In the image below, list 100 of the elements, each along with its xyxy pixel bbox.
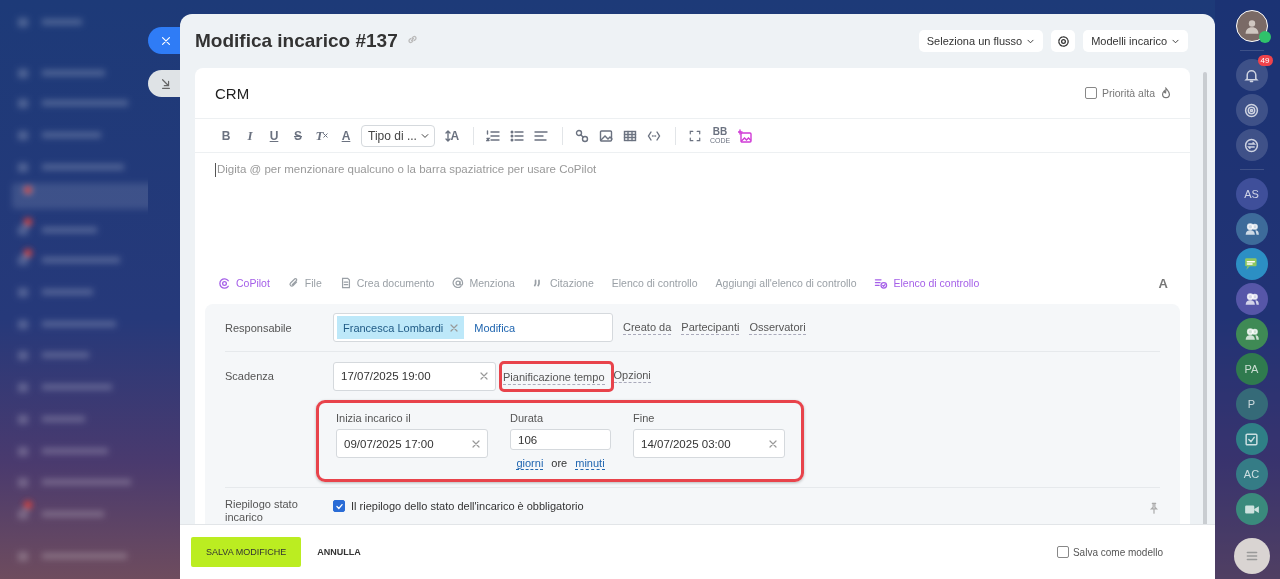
- minimize-button[interactable]: [148, 70, 180, 97]
- deadline-field[interactable]: 17/07/2025 19:00: [333, 361, 496, 391]
- end-date-field[interactable]: 14/07/2025 03:00: [633, 429, 785, 458]
- pin-icon: [1148, 502, 1160, 514]
- arrow-down-right-icon: [160, 77, 172, 90]
- responsible-field[interactable]: Francesca Lombardi Modifica: [333, 313, 613, 342]
- duration-field[interactable]: 106: [510, 429, 611, 450]
- checklist-icon: [874, 276, 889, 290]
- align-left-icon: [533, 128, 548, 143]
- at-icon: [452, 277, 465, 290]
- menu-button[interactable]: [1233, 538, 1270, 574]
- bold-button[interactable]: B: [215, 124, 237, 147]
- app-button[interactable]: [1235, 213, 1268, 245]
- group-icon: [1243, 326, 1260, 342]
- role-link[interactable]: Partecipanti: [681, 320, 740, 335]
- table-icon: [622, 128, 637, 143]
- chat-arrows-icon: [1244, 137, 1259, 153]
- save-button[interactable]: SALVA MODIFICHE: [191, 537, 302, 567]
- editor-action[interactable]: Crea documento: [339, 277, 435, 290]
- font-size-button[interactable]: A: [440, 124, 463, 147]
- copilot-icon: [218, 276, 231, 290]
- summary-checkbox[interactable]: [333, 500, 345, 512]
- cancel-button[interactable]: ANNULLA: [311, 546, 367, 558]
- start-date-field[interactable]: 09/07/2025 17:00: [336, 429, 488, 458]
- options-link[interactable]: Opzioni: [613, 369, 651, 383]
- bullet-list-icon: [509, 128, 524, 143]
- expand-icon: [688, 129, 701, 142]
- image-icon: [598, 128, 613, 143]
- document-icon: [339, 277, 352, 290]
- unit-option[interactable]: giorni: [516, 457, 544, 470]
- clear-icon: [769, 439, 777, 448]
- sparkle-image-icon: [738, 128, 753, 143]
- target-button[interactable]: [1235, 94, 1268, 126]
- checkbox-label: Salva come modello: [1072, 546, 1163, 558]
- editor-action[interactable]: Menziona: [452, 277, 515, 290]
- window-title: Modifica incarico #137: [195, 30, 398, 52]
- numbered-list-icon: [485, 128, 500, 143]
- formatting-toggle[interactable]: A: [1158, 275, 1168, 291]
- close-button[interactable]: [148, 27, 180, 54]
- app-button[interactable]: [1235, 248, 1268, 280]
- template-checkbox[interactable]: [1056, 546, 1069, 558]
- priority-label: Priorità alta: [1101, 87, 1155, 100]
- x-icon: [323, 133, 329, 139]
- app-button[interactable]: [1235, 283, 1268, 315]
- field-label: Scadenza: [225, 370, 275, 382]
- editor-action[interactable]: Citazione: [532, 277, 594, 290]
- checkbox-label: Il riepilogo dello stato dell'incarico è obbligatorio: [351, 500, 584, 512]
- editor-action[interactable]: Aggiungi all'elenco di controllo: [715, 277, 857, 290]
- bell-icon: [1244, 67, 1259, 83]
- app-button[interactable]: [1235, 493, 1268, 525]
- paperclip-icon: [287, 277, 300, 290]
- editor-action[interactable]: Elenco di controllo: [874, 276, 980, 290]
- notification-badge: 49: [1257, 55, 1273, 66]
- field-label: Fine: [633, 412, 656, 424]
- app-button[interactable]: [1235, 423, 1268, 455]
- field-label: Riepilogo stato incarico: [225, 498, 299, 524]
- link-icon: [405, 33, 419, 46]
- editor-action[interactable]: Elenco di controllo: [611, 277, 698, 290]
- clear-format-button[interactable]: T: [311, 124, 333, 147]
- templates-select[interactable]: Modelli incarico: [1083, 30, 1188, 52]
- flame-icon: [1160, 87, 1172, 100]
- clear-icon: [480, 372, 488, 380]
- flow-select[interactable]: Seleziona un flusso: [918, 30, 1044, 52]
- style-select[interactable]: Tipo di ...: [361, 124, 435, 147]
- clear-icon: [472, 439, 480, 448]
- initials-avatar[interactable]: AC: [1235, 458, 1268, 490]
- app-button[interactable]: [1235, 318, 1268, 350]
- clear-icon: [450, 323, 459, 332]
- notifications-button[interactable]: [1235, 59, 1268, 91]
- field-label: Responsabile: [225, 321, 293, 334]
- check-icon: [334, 501, 344, 511]
- up-down-arrow-icon: [444, 129, 451, 142]
- settings-icon: [1056, 34, 1070, 48]
- role-link[interactable]: Osservatori: [749, 320, 806, 335]
- checkbox-icon: [1244, 431, 1259, 447]
- editor-placeholder[interactable]: Digita @ per menzionare qualcuno o la barra spaziatrice per usare CoPilot: [217, 162, 597, 175]
- editor-action[interactable]: File: [287, 277, 322, 290]
- avatar[interactable]: [1235, 10, 1268, 42]
- task-title[interactable]: CRM: [215, 84, 250, 102]
- initials-avatar[interactable]: P: [1235, 388, 1268, 420]
- unit-option[interactable]: ore: [551, 457, 568, 470]
- editor-action[interactable]: CoPilot: [218, 276, 270, 290]
- group-icon: [1243, 221, 1260, 237]
- chat-button[interactable]: [1235, 129, 1268, 161]
- link-icon: [574, 128, 589, 143]
- field-label: Durata: [510, 412, 545, 424]
- initials-avatar[interactable]: PA: [1235, 353, 1268, 385]
- priority-checkbox[interactable]: [1084, 87, 1097, 100]
- settings-button[interactable]: [1051, 30, 1076, 52]
- planning-link[interactable]: Pianificazione tempo: [503, 370, 605, 385]
- field-label: Inizia incarico il: [336, 412, 412, 424]
- role-link[interactable]: Creato da: [623, 320, 672, 335]
- italic-button[interactable]: I: [239, 124, 261, 147]
- close-icon: [160, 34, 172, 47]
- initials-avatar[interactable]: AS: [1235, 178, 1268, 210]
- strikethrough-button[interactable]: S: [287, 124, 309, 147]
- underline-button[interactable]: U: [263, 124, 285, 147]
- person-chip[interactable]: Francesca Lombardi: [337, 316, 465, 339]
- unit-option[interactable]: minuti: [575, 457, 605, 470]
- text-color-button[interactable]: A: [335, 124, 357, 147]
